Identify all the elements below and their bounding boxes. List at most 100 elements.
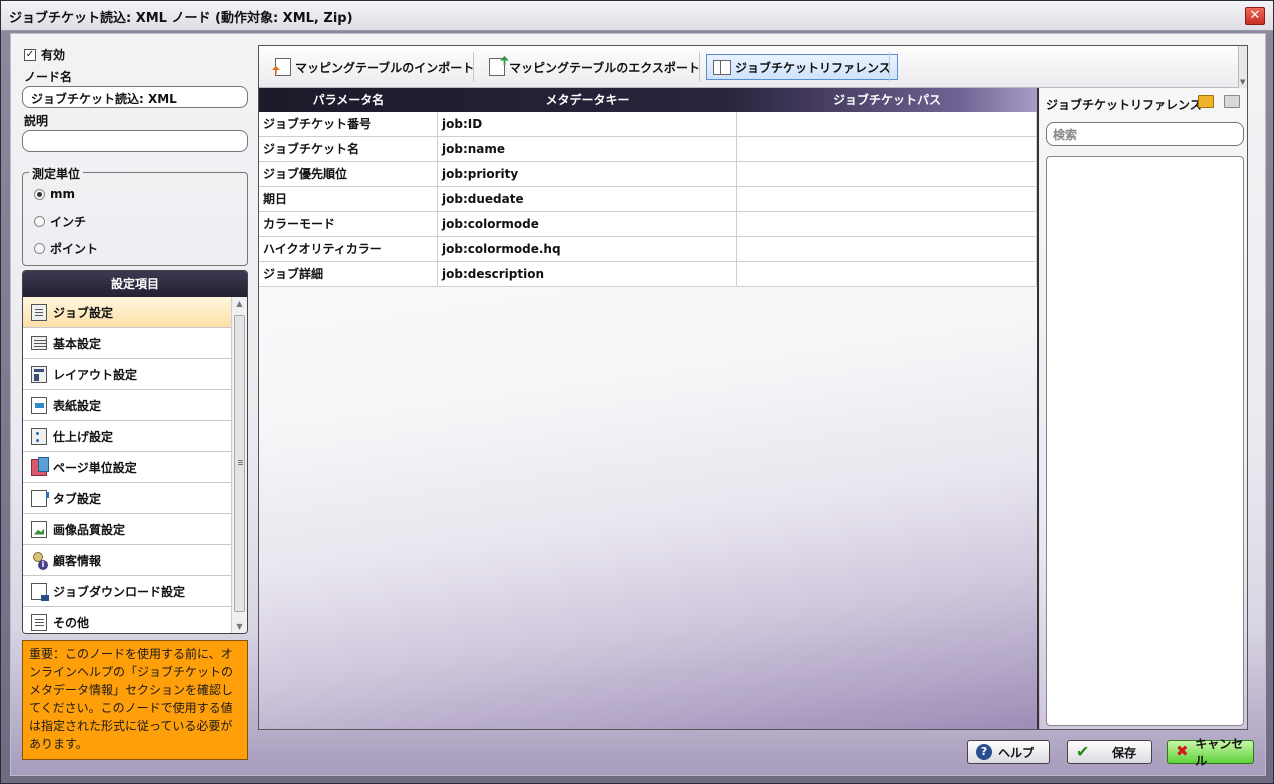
enabled-checkbox[interactable]: ✓ bbox=[24, 48, 36, 61]
scroll-down-arrow-icon[interactable]: ▼ bbox=[232, 620, 247, 633]
page-settings-icon bbox=[31, 456, 49, 476]
basic-settings-icon bbox=[31, 336, 47, 350]
settings-item-page[interactable]: ページ単位設定 bbox=[23, 452, 231, 483]
reference-panel-icon bbox=[713, 59, 731, 75]
help-icon: ? bbox=[976, 744, 992, 760]
node-name-label: ノード名 bbox=[24, 70, 73, 84]
reference-panel: ジョブチケットリファレンス 検索 bbox=[1040, 88, 1247, 729]
unit-label-mm: mm bbox=[50, 187, 76, 201]
cell-ticket-path[interactable] bbox=[737, 237, 1037, 262]
table-row[interactable]: ジョブチケット名 job:name bbox=[259, 137, 1037, 162]
cancel-button[interactable]: キャンセル bbox=[1167, 737, 1254, 768]
toolbar: マッピングテーブルのインポート マッピングテーブルのエクスポート ジョブチケット… bbox=[259, 46, 1247, 88]
settings-item-label: ページ単位設定 bbox=[53, 460, 137, 475]
cell-ticket-path[interactable] bbox=[737, 137, 1037, 162]
settings-item-label: 顧客情報 bbox=[53, 553, 102, 568]
settings-item-label: レイアウト設定 bbox=[53, 367, 138, 382]
cell-metadata-key[interactable]: job:description bbox=[438, 262, 737, 287]
table-row[interactable]: カラーモード job:colormode bbox=[259, 212, 1037, 237]
open-folder-icon[interactable] bbox=[1198, 95, 1214, 108]
cell-metadata-key[interactable]: job:ID bbox=[438, 112, 737, 137]
cell-metadata-key[interactable]: job:duedate bbox=[438, 187, 737, 212]
close-button[interactable]: ✕ bbox=[1245, 7, 1265, 25]
cell-parameter[interactable]: カラーモード bbox=[259, 212, 438, 237]
export-icon bbox=[489, 58, 505, 76]
job-download-icon bbox=[31, 582, 49, 601]
delete-folder-icon[interactable] bbox=[1224, 95, 1240, 108]
job-settings-icon bbox=[31, 303, 47, 321]
settings-item-job[interactable]: ジョブ設定 bbox=[23, 297, 231, 328]
cell-ticket-path[interactable] bbox=[737, 262, 1037, 287]
settings-item-tab[interactable]: タブ設定 bbox=[23, 483, 231, 514]
cell-parameter[interactable]: ジョブチケット番号 bbox=[259, 112, 438, 137]
radio-point[interactable] bbox=[34, 243, 45, 254]
import-icon bbox=[275, 58, 291, 76]
unit-option-inch[interactable]: インチ bbox=[34, 213, 86, 230]
save-button[interactable]: 保存 bbox=[1067, 740, 1152, 764]
cell-parameter[interactable]: 期日 bbox=[259, 187, 438, 212]
reference-search-input[interactable]: 検索 bbox=[1046, 122, 1244, 146]
unit-group-label: 測定単位 bbox=[29, 165, 84, 182]
help-label: ヘルプ bbox=[998, 745, 1035, 760]
description-field[interactable] bbox=[22, 130, 248, 152]
settings-item-job-download[interactable]: ジョブダウンロード設定 bbox=[23, 576, 231, 607]
toolbar-separator bbox=[699, 52, 700, 82]
table-row[interactable]: ジョブ優先順位 job:priority bbox=[259, 162, 1037, 187]
scroll-thumb[interactable] bbox=[234, 315, 245, 612]
cell-metadata-key[interactable]: job:name bbox=[438, 137, 737, 162]
node-name-field[interactable]: ジョブチケット読込: XML bbox=[22, 86, 248, 108]
settings-item-layout[interactable]: レイアウト設定 bbox=[23, 359, 231, 390]
scroll-up-arrow-icon[interactable]: ▲ bbox=[232, 297, 247, 311]
reference-label: ジョブチケットリファレンス bbox=[735, 60, 891, 75]
cell-ticket-path[interactable] bbox=[737, 162, 1037, 187]
save-label: 保存 bbox=[1112, 745, 1137, 760]
settings-item-finishing[interactable]: 仕上げ設定 bbox=[23, 421, 231, 452]
toolbar-separator bbox=[889, 52, 890, 82]
settings-item-label: タブ設定 bbox=[53, 491, 102, 506]
grip-icon bbox=[238, 460, 243, 461]
other-icon bbox=[31, 613, 47, 631]
settings-item-cover[interactable]: 表紙設定 bbox=[23, 390, 231, 421]
unit-option-point[interactable]: ポイント bbox=[34, 240, 98, 257]
toolbar-overflow[interactable]: ▼ bbox=[1238, 46, 1247, 88]
cell-metadata-key[interactable]: job:colormode.hq bbox=[438, 237, 737, 262]
radio-inch[interactable] bbox=[34, 216, 45, 227]
cell-ticket-path[interactable] bbox=[737, 212, 1037, 237]
reference-tree[interactable] bbox=[1046, 156, 1244, 726]
settings-item-image-quality[interactable]: 画像品質設定 bbox=[23, 514, 231, 545]
settings-list: 設定項目 ジョブ設定 基本設定 レイアウト設定 表紙設定 仕上げ設定 ページ単位… bbox=[22, 270, 248, 634]
cell-parameter[interactable]: ジョブ詳細 bbox=[259, 262, 438, 287]
settings-item-other[interactable]: その他 bbox=[23, 607, 231, 633]
cell-parameter[interactable]: ハイクオリティカラー bbox=[259, 237, 438, 262]
settings-scrollbar[interactable]: ▲ ▼ bbox=[231, 297, 247, 633]
cancel-label: キャンセル bbox=[1195, 737, 1244, 768]
column-header[interactable]: ジョブチケットパス bbox=[737, 88, 1037, 112]
cell-metadata-key[interactable]: job:colormode bbox=[438, 212, 737, 237]
table-row[interactable]: 期日 job:duedate bbox=[259, 187, 1037, 212]
description-label: 説明 bbox=[24, 114, 49, 128]
enabled-label: 有効 bbox=[41, 48, 66, 62]
column-header[interactable]: パラメータ名 bbox=[259, 88, 438, 112]
table-row[interactable]: ハイクオリティカラー job:colormode.hq bbox=[259, 237, 1037, 262]
import-mapping-button[interactable]: マッピングテーブルのインポート bbox=[269, 54, 480, 80]
table-row[interactable]: ジョブ詳細 job:description bbox=[259, 262, 1037, 287]
image-quality-icon bbox=[31, 520, 47, 538]
title-bar: ジョブチケット読込: XML ノード (動作対象: XML, Zip) ✕ bbox=[1, 1, 1273, 31]
job-ticket-reference-button[interactable]: ジョブチケットリファレンス bbox=[706, 54, 898, 80]
cell-ticket-path[interactable] bbox=[737, 112, 1037, 137]
table-header: パラメータ名 メタデータキー ジョブチケットパス bbox=[259, 88, 1037, 112]
settings-item-customer[interactable]: 顧客情報 bbox=[23, 545, 231, 576]
export-mapping-button[interactable]: マッピングテーブルのエクスポート bbox=[483, 54, 706, 80]
cell-ticket-path[interactable] bbox=[737, 187, 1037, 212]
settings-item-basic[interactable]: 基本設定 bbox=[23, 328, 231, 359]
table-row[interactable]: ジョブチケット番号 job:ID bbox=[259, 112, 1037, 137]
help-button[interactable]: ? ヘルプ bbox=[967, 740, 1050, 764]
settings-item-label: 表紙設定 bbox=[53, 398, 102, 413]
enabled-row[interactable]: ✓ 有効 bbox=[24, 46, 65, 63]
column-header[interactable]: メタデータキー bbox=[438, 88, 737, 112]
cell-parameter[interactable]: ジョブチケット名 bbox=[259, 137, 438, 162]
unit-option-mm[interactable]: mm bbox=[34, 187, 75, 201]
cell-parameter[interactable]: ジョブ優先順位 bbox=[259, 162, 438, 187]
radio-mm[interactable] bbox=[34, 188, 45, 200]
cell-metadata-key[interactable]: job:priority bbox=[438, 162, 737, 187]
